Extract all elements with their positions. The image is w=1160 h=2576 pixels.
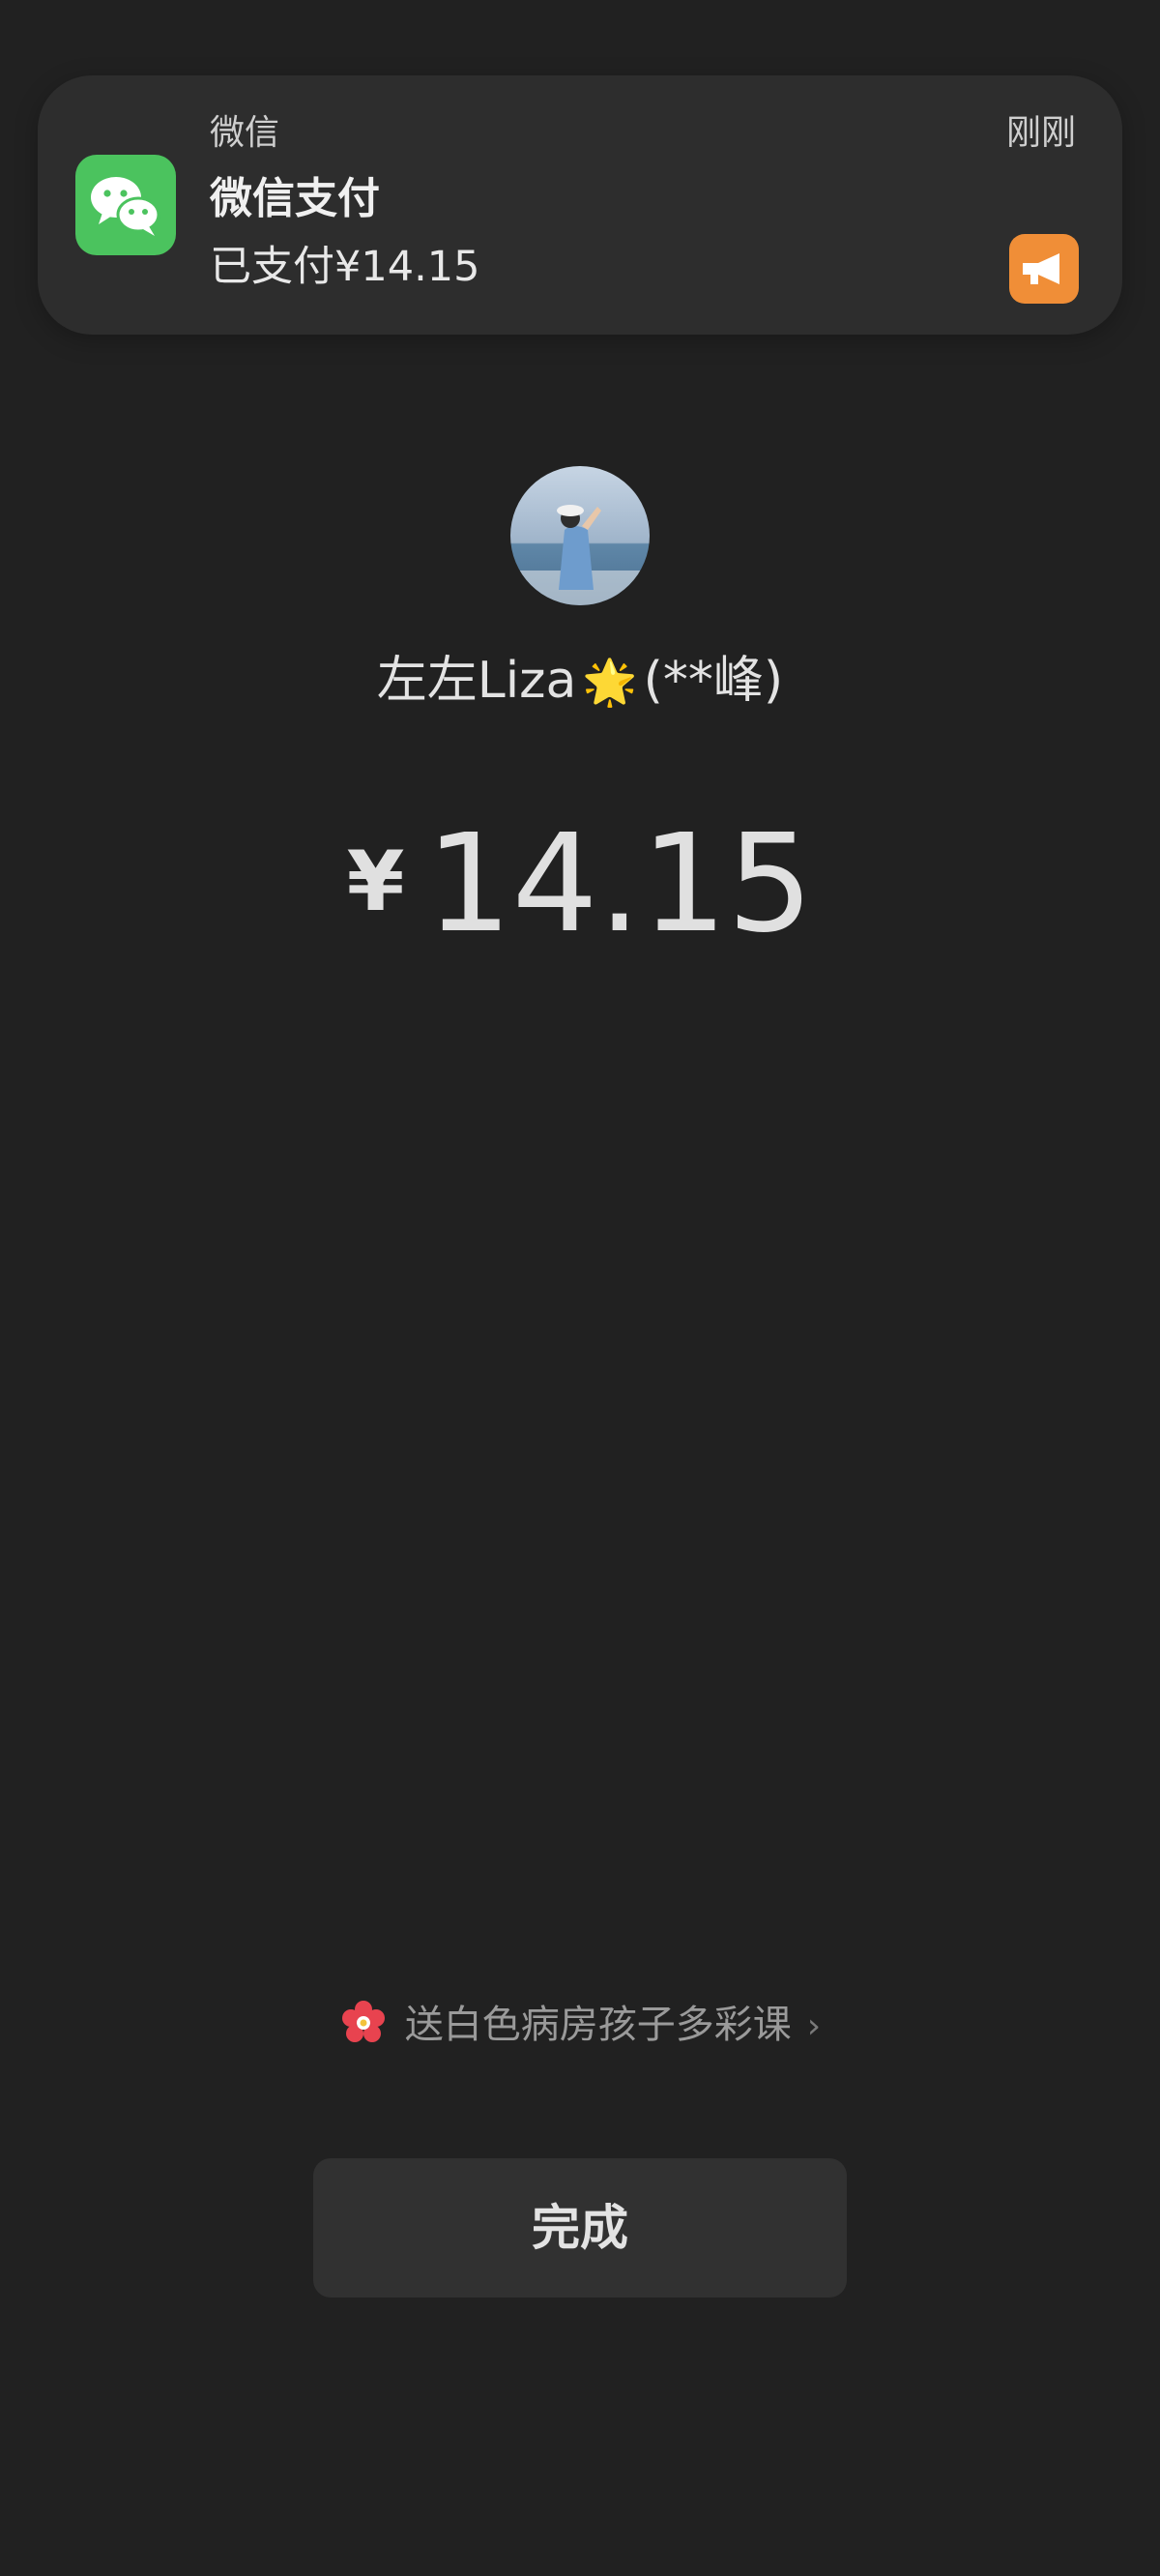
done-button[interactable]: 完成 xyxy=(313,2158,847,2298)
notification-app-name: 微信 xyxy=(210,113,280,153)
megaphone-icon[interactable] xyxy=(1009,234,1079,304)
payee-name-row: 左左Liza 🌟 (**峰) xyxy=(0,650,1160,713)
flower-icon xyxy=(339,1999,388,2047)
star-emoji: 🌟 xyxy=(582,656,638,708)
chevron-right-icon: › xyxy=(806,2006,822,2046)
notification-time: 刚刚 xyxy=(1005,113,1076,153)
notification-body: 已支付¥14.15 xyxy=(210,243,480,291)
payee-name: 左左Liza xyxy=(376,652,577,710)
payee-avatar xyxy=(510,466,650,605)
charity-label: 送白色病房孩子多彩课 xyxy=(404,2003,792,2047)
wechat-icon xyxy=(75,155,176,255)
amount-value: 14.15 xyxy=(425,805,814,963)
payment-notification[interactable]: 微信 微信支付 已支付¥14.15 刚刚 xyxy=(38,75,1122,335)
notification-title: 微信支付 xyxy=(210,174,380,223)
payment-amount: ¥14.15 xyxy=(0,812,1160,957)
payee-masked-name: (**峰) xyxy=(643,652,784,710)
charity-link[interactable]: 送白色病房孩子多彩课 › xyxy=(0,1996,1160,2054)
currency-symbol: ¥ xyxy=(346,834,405,930)
